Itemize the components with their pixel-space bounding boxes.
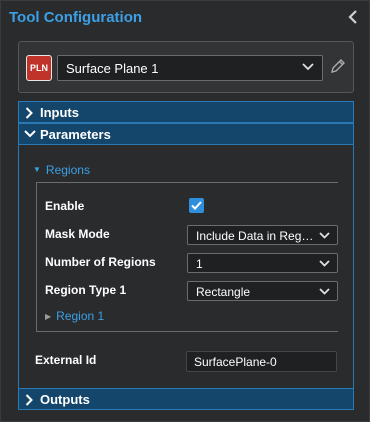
tool-type-badge: PLN — [26, 55, 52, 81]
chevron-down-icon — [24, 130, 36, 138]
enable-label: Enable — [45, 199, 85, 213]
parameters-body: ▼ Regions Enable Mask Mode Include Data i… — [18, 145, 354, 389]
number-of-regions-dropdown[interactable]: 1 — [187, 253, 338, 273]
tool-selector-box: PLN Surface Plane 1 — [18, 41, 354, 93]
number-of-regions-label: Number of Regions — [45, 255, 156, 269]
pencil-icon — [331, 59, 345, 73]
tool-select-value: Surface Plane 1 — [66, 61, 159, 76]
number-of-regions-value: 1 — [196, 257, 203, 271]
caret-right-icon: ▶ — [45, 312, 52, 321]
region-type-label: Region Type 1 — [45, 283, 127, 297]
chevron-right-icon — [25, 394, 33, 406]
section-outputs-header[interactable]: Outputs — [18, 388, 354, 410]
section-parameters-label: Parameters — [40, 127, 111, 142]
region-type-dropdown[interactable]: Rectangle — [187, 281, 338, 301]
tool-select-dropdown[interactable]: Surface Plane 1 — [57, 55, 323, 81]
collapse-panel-button[interactable] — [343, 7, 363, 27]
chevron-left-icon — [348, 10, 357, 24]
regions-group-label: Regions — [45, 163, 90, 177]
edit-tool-name-button[interactable] — [329, 57, 349, 77]
external-id-label: External Id — [35, 353, 97, 367]
tool-configuration-panel: Tool Configuration PLN Surface Plane 1 I… — [0, 0, 370, 422]
mask-mode-dropdown[interactable]: Include Data in Region — [187, 225, 338, 245]
panel-title: Tool Configuration — [9, 9, 143, 26]
chevron-down-icon — [319, 260, 330, 267]
check-icon — [191, 201, 202, 210]
external-id-input[interactable] — [186, 351, 337, 372]
section-inputs-label: Inputs — [40, 105, 79, 120]
chevron-down-icon — [302, 63, 314, 71]
enable-checkbox[interactable] — [189, 198, 204, 213]
regions-group: Enable Mask Mode Include Data in Region … — [36, 182, 338, 332]
region-1-label: Region 1 — [56, 309, 105, 323]
chevron-right-icon — [25, 107, 33, 119]
caret-down-icon: ▼ — [33, 165, 41, 174]
region-1-toggle[interactable]: ▶ Region 1 — [45, 309, 104, 323]
mask-mode-label: Mask Mode — [45, 227, 110, 241]
title-bar: Tool Configuration — [1, 1, 369, 33]
regions-group-toggle[interactable]: ▼ Regions — [33, 163, 90, 177]
region-type-value: Rectangle — [196, 285, 251, 299]
mask-mode-value: Include Data in Region — [196, 229, 314, 243]
section-inputs-header[interactable]: Inputs — [18, 101, 354, 123]
chevron-down-icon — [319, 288, 330, 295]
section-parameters-header[interactable]: Parameters — [18, 123, 354, 145]
chevron-down-icon — [319, 232, 330, 239]
section-outputs-label: Outputs — [40, 392, 90, 407]
